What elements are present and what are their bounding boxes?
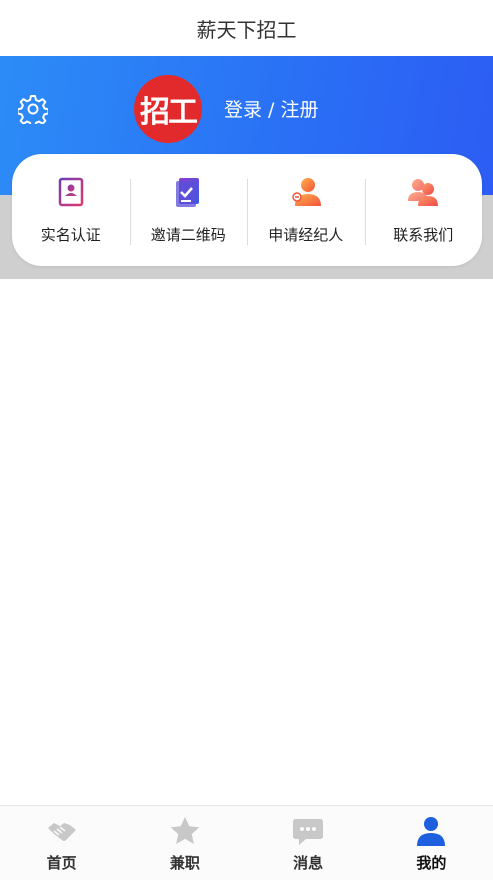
app-logo[interactable]: 招工 xyxy=(134,75,202,143)
person-icon xyxy=(417,817,446,846)
handshake-icon xyxy=(47,823,76,841)
tab-home[interactable]: 首页 xyxy=(0,806,123,880)
quick-actions-card: 实名认证 邀请二维码 申请经纪人 联系我们 xyxy=(12,154,482,266)
verify-identity-item[interactable]: 实名认证 xyxy=(12,175,130,245)
tab-mine-label: 我的 xyxy=(416,854,447,872)
tab-part-time[interactable]: 兼职 xyxy=(123,806,246,880)
message-icon xyxy=(293,819,324,845)
apply-agent-label: 申请经纪人 xyxy=(268,226,344,244)
qr-document-icon xyxy=(176,178,200,207)
tab-messages[interactable]: 消息 xyxy=(247,806,370,880)
contact-us-item[interactable]: 联系我们 xyxy=(364,175,483,245)
settings-gear-icon[interactable] xyxy=(18,94,48,124)
app-title: 薪天下招工 xyxy=(196,17,297,42)
agent-person-icon xyxy=(292,178,321,206)
contact-us-label: 联系我们 xyxy=(393,226,454,244)
tab-part-time-label: 兼职 xyxy=(169,854,200,872)
verify-identity-label: 实名认证 xyxy=(40,226,101,244)
app-title-bar: 薪天下招工 xyxy=(0,0,493,56)
invite-qr-item[interactable]: 邀请二维码 xyxy=(129,175,248,245)
contact-people-icon xyxy=(408,179,439,206)
logo-text: 招工 xyxy=(140,95,198,130)
bottom-tab-bar: 首页 兼职 消息 我的 xyxy=(0,805,493,880)
invite-qr-label: 邀请二维码 xyxy=(150,226,226,244)
star-icon xyxy=(170,817,200,844)
apply-agent-item[interactable]: 申请经纪人 xyxy=(247,175,365,245)
login-register-link[interactable]: 登录 / 注册 xyxy=(224,96,318,124)
tab-home-label: 首页 xyxy=(46,854,77,872)
tab-messages-label: 消息 xyxy=(293,854,324,872)
tab-mine[interactable]: 我的 xyxy=(370,806,493,880)
id-card-icon xyxy=(58,177,83,207)
